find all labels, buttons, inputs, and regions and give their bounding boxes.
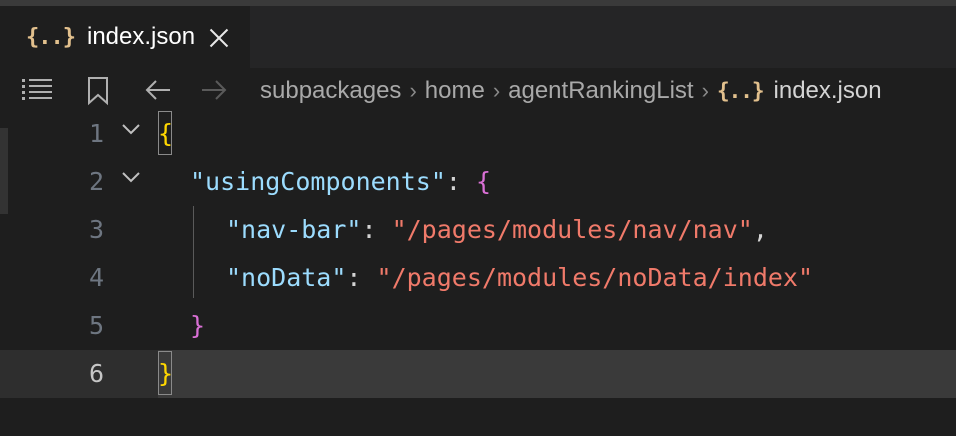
- code-brace: }: [190, 311, 206, 340]
- chevron-right-icon: ›: [492, 78, 501, 103]
- code-text: "nav-bar": "/pages/modules/nav/nav",: [226, 206, 768, 254]
- line-number: 4: [88, 263, 104, 292]
- tab-title: index.json: [86, 23, 196, 50]
- breadcrumb-item-agentRankingList[interactable]: agentRankingList: [508, 77, 693, 105]
- code-line-current[interactable]: 6 }: [0, 350, 956, 398]
- breadcrumb-item-home[interactable]: home: [425, 77, 485, 105]
- chevron-right-icon: ›: [409, 78, 417, 103]
- breadcrumb-item-subpackages[interactable]: subpackages: [260, 77, 401, 105]
- json-file-icon: {..}: [716, 79, 765, 103]
- chevron-down-icon[interactable]: [121, 170, 141, 184]
- json-colon: :: [361, 215, 392, 244]
- breadcrumb: subpackages › home › agentRankingList › …: [260, 68, 882, 114]
- json-file-icon: {..}: [26, 24, 76, 50]
- code-text: "noData": "/pages/modules/noData/index": [226, 254, 813, 302]
- json-colon: :: [346, 263, 377, 292]
- code-line[interactable]: 3 "nav-bar": "/pages/modules/nav/nav",: [0, 206, 956, 254]
- line-number: 3: [88, 215, 104, 244]
- line-number: 2: [88, 167, 104, 196]
- current-line-highlight: [158, 350, 956, 398]
- json-key: "usingComponents": [190, 167, 446, 196]
- chevron-right-icon: ›: [701, 78, 709, 103]
- breadcrumb-toolbar: subpackages › home › agentRankingList › …: [0, 68, 956, 114]
- line-number: 6: [88, 359, 104, 388]
- code-line[interactable]: 2 "usingComponents": {: [0, 158, 956, 206]
- chevron-down-icon[interactable]: [121, 122, 141, 136]
- back-arrow-icon[interactable]: [144, 78, 172, 102]
- json-colon: :: [445, 167, 476, 196]
- json-comma: ,: [752, 215, 768, 244]
- code-editor[interactable]: 1 { 2 "usingComponents": { 3 "nav-bar": …: [0, 111, 956, 436]
- json-key: "nav-bar": [226, 215, 362, 244]
- bookmark-icon[interactable]: [86, 76, 110, 106]
- code-line[interactable]: 1 {: [0, 110, 956, 158]
- line-number: 1: [88, 119, 104, 148]
- code-text: "usingComponents": {: [190, 158, 491, 206]
- close-icon[interactable]: [209, 27, 229, 47]
- code-line[interactable]: 5 }: [0, 302, 956, 350]
- indent-guide: [193, 206, 194, 298]
- code-brace: }: [158, 359, 174, 388]
- json-string: "/pages/modules/noData/index": [376, 263, 814, 292]
- code-brace: {: [158, 119, 174, 148]
- line-number: 5: [88, 311, 104, 340]
- code-brace: {: [475, 167, 492, 196]
- json-key: "noData": [226, 263, 347, 292]
- list-icon[interactable]: [22, 78, 54, 102]
- code-line[interactable]: 4 "noData": "/pages/modules/noData/index…: [0, 254, 956, 302]
- breadcrumb-item-file[interactable]: index.json: [774, 77, 882, 105]
- json-string: "/pages/modules/nav/nav": [391, 215, 753, 244]
- tab-index-json[interactable]: {..} index.json: [0, 6, 250, 68]
- tab-bar: {..} index.json: [0, 0, 956, 68]
- forward-arrow-icon[interactable]: [200, 78, 228, 102]
